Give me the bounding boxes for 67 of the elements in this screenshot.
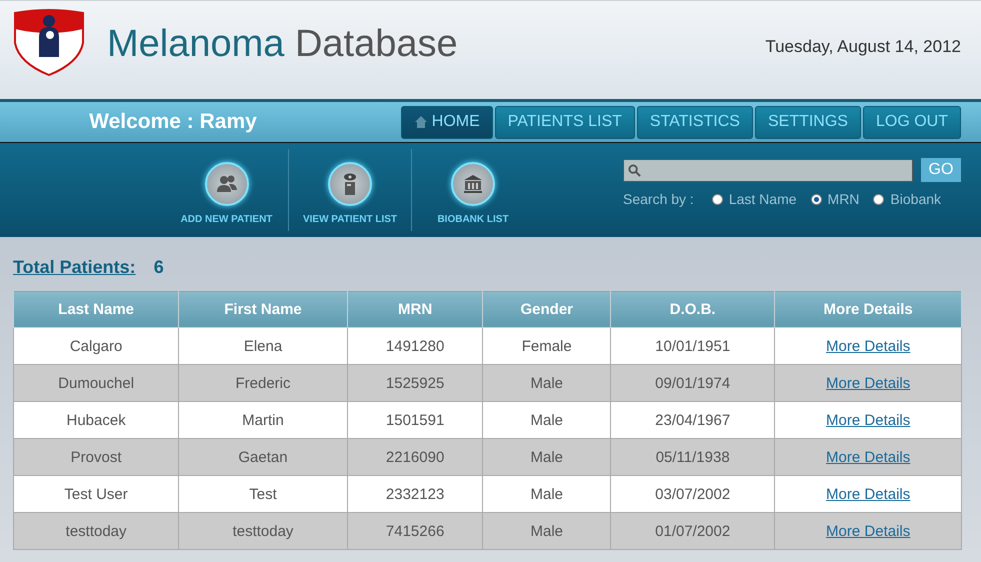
more-details-link[interactable]: More Details — [826, 448, 910, 466]
more-details-link[interactable]: More Details — [826, 374, 910, 392]
people-icon — [204, 162, 248, 206]
table-cell: Gaetan — [178, 438, 348, 476]
column-header: First Name — [178, 290, 348, 328]
nav-tab[interactable]: PATIENTS LIST — [494, 106, 635, 138]
search-by-label: Search by : — [623, 191, 694, 207]
more-details-link[interactable]: More Details — [826, 486, 910, 502]
table-cell: 7415266 — [347, 512, 483, 550]
table-cell: 1501591 — [347, 402, 483, 438]
nav-tab[interactable]: STATISTICS — [636, 106, 753, 138]
table-cell: Male — [482, 364, 611, 402]
more-details-link[interactable]: More Details — [826, 522, 910, 540]
column-header: D.O.B. — [610, 290, 775, 328]
table-cell: 03/07/2002 — [610, 476, 775, 512]
table-cell: Male — [482, 438, 611, 476]
table-cell: Martin — [178, 402, 348, 438]
table-cell: Test User — [14, 476, 179, 512]
bank-icon — [451, 162, 495, 206]
table-cell: 23/04/1967 — [610, 402, 775, 438]
table-cell: 09/01/1974 — [610, 364, 775, 402]
table-cell: Frederic — [178, 364, 348, 402]
table-cell: 1525925 — [347, 364, 483, 402]
table-cell: 01/07/2002 — [610, 512, 775, 550]
column-header: Last Name — [14, 290, 179, 328]
more-details-link[interactable]: More Details — [826, 338, 910, 354]
toolbar-button[interactable]: VIEW PATIENT LIST — [288, 149, 411, 231]
table-cell: 1491280 — [347, 328, 483, 364]
table-cell: Elena — [178, 328, 348, 364]
table-cell: 05/11/1938 — [610, 438, 775, 476]
nav-tab[interactable]: LOG OUT — [862, 106, 961, 138]
table-cell: 2216090 — [347, 438, 483, 476]
shield-logo-icon — [13, 7, 85, 77]
table-cell: 10/01/1951 — [610, 328, 775, 364]
table-cell: testtoday — [178, 512, 348, 550]
total-count: 6 — [154, 257, 164, 278]
table-cell: Calgaro — [14, 328, 179, 364]
table-cell: Male — [482, 512, 611, 550]
table-cell: Test — [178, 476, 348, 512]
total-patients-link[interactable]: Total Patients: — [13, 257, 136, 278]
table-cell: Dumouchel — [14, 364, 179, 402]
search-icon — [628, 164, 641, 176]
column-header: More Details — [774, 290, 962, 328]
search-option-radio[interactable]: MRN — [810, 191, 860, 207]
nav-tab[interactable]: SETTINGS — [754, 106, 861, 138]
home-icon — [414, 115, 428, 129]
go-button[interactable]: GO — [921, 158, 961, 182]
table-cell: Provost — [14, 438, 179, 476]
column-header: MRN — [347, 290, 483, 328]
eye-document-icon — [328, 162, 372, 206]
search-option-radio[interactable]: Biobank — [873, 191, 942, 207]
table-cell: 2332123 — [347, 476, 483, 512]
table-cell: Female — [482, 328, 611, 364]
toolbar-button[interactable]: BIOBANK LIST — [411, 149, 534, 231]
search-option-radio[interactable]: Last Name — [712, 191, 797, 207]
more-details-link[interactable]: More Details — [826, 412, 910, 428]
date-text: Tuesday, August 14, 2012 — [765, 37, 961, 57]
table-cell: Male — [482, 402, 611, 438]
search-field[interactable] — [623, 158, 913, 182]
table-cell: Male — [482, 476, 611, 512]
column-header: Gender — [482, 290, 611, 328]
table-cell: Hubacek — [14, 402, 179, 438]
welcome-text: Welcome : Ramy — [88, 110, 258, 134]
app-title: Melanoma Database — [107, 22, 458, 66]
table-cell: testtoday — [14, 512, 179, 550]
toolbar-button[interactable]: ADD NEW PATIENT — [165, 149, 288, 231]
nav-tab[interactable]: HOME — [400, 106, 493, 138]
